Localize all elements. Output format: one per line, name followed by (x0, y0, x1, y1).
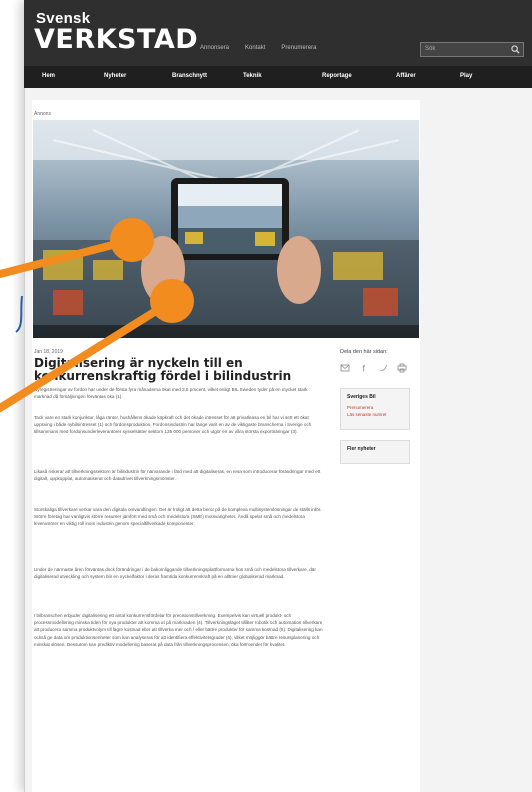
nav-item-branschnytt[interactable]: Branschnytt (172, 73, 207, 79)
top-link-annonsera[interactable]: Annonsera (200, 45, 229, 51)
search-icon[interactable] (511, 45, 520, 54)
subscribe-link[interactable]: Prenumerera (347, 405, 373, 410)
top-link-kontakt[interactable]: Kontakt (245, 45, 265, 51)
hero-image (33, 120, 419, 338)
sidebar-box-more-news: Fler nyheter (340, 440, 410, 464)
sidebar-box-subscribe: Sveriges Bil Prenumerera Läs senaste num… (340, 388, 410, 430)
article-title-line2: konkurrenskraftig fördel i bilindustrin (34, 369, 292, 383)
article-title: Digitalisering är nyckeln till en konkur… (34, 357, 324, 383)
article-paragraph: Tack vare en stark konjunktur, låga ränt… (34, 415, 312, 435)
top-links: Annonsera Kontakt Prenumerera (200, 45, 316, 51)
facebook-icon[interactable]: f (359, 360, 369, 374)
article-paragraph: Nyregistreringar av fordon har under de … (34, 387, 308, 400)
nav-item-reportage[interactable]: Reportage (322, 73, 352, 79)
main-nav: Hem Nyheter Branschnytt Teknik Reportage… (24, 66, 532, 88)
article-paragraph: Likaså riskerar att tillverkningssektorn… (34, 469, 321, 482)
nav-item-affarer[interactable]: Affärer (396, 73, 416, 79)
share-buttons: f (340, 360, 407, 374)
svg-text:f: f (363, 364, 366, 374)
latest-issue-link[interactable]: Läs senaste numret (347, 412, 387, 417)
twitter-icon[interactable] (378, 360, 388, 371)
nav-item-hem[interactable]: Hem (42, 73, 55, 79)
sidebar-box-title[interactable]: Fler nyheter (347, 446, 376, 452)
factory-tablet-photo (33, 120, 419, 338)
nav-item-nyheter[interactable]: Nyheter (104, 73, 126, 79)
article-paragraph: I bilbranschen erbjuder digitalisering e… (34, 613, 323, 647)
sidebar-box-title: Sveriges Bil (347, 394, 376, 400)
search-input[interactable]: Sök (420, 42, 524, 57)
breadcrumb[interactable]: Annons (34, 111, 51, 117)
share-label: Dela den här sidan: (340, 349, 388, 355)
print-icon[interactable] (397, 360, 407, 373)
article-paragraph: Storskaliga tillverkare verkar vara den … (34, 507, 322, 527)
search-placeholder: Sök (425, 46, 436, 52)
nav-item-play[interactable]: Play (460, 73, 472, 79)
article-paragraph: Under de närmaste åren förväntas dock fö… (34, 567, 316, 580)
top-link-prenumerera[interactable]: Prenumerera (281, 45, 316, 51)
logo-line2[interactable]: VERKSTAD (34, 24, 198, 55)
article-date: Jan 18, 2019 (34, 349, 63, 355)
email-icon[interactable] (340, 360, 350, 372)
blue-annotation-mark (15, 295, 23, 333)
nav-item-teknik[interactable]: Teknik (243, 73, 262, 79)
